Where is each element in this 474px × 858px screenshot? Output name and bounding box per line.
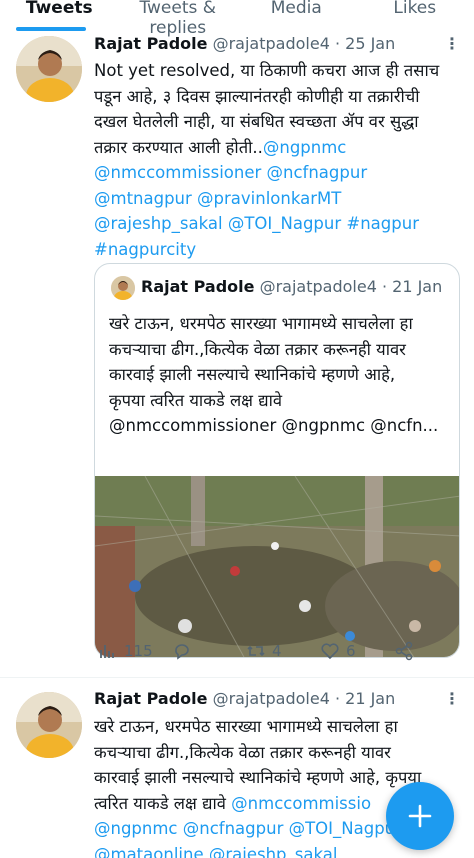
like-button[interactable]: 6 [320,641,356,661]
like-count: 6 [346,642,356,660]
tweet-date[interactable]: · 21 Jan [335,689,395,708]
tab-tweets[interactable]: Tweets [0,0,119,28]
active-tab-indicator [16,27,86,31]
mention-link[interactable]: @ngpnmc [263,138,347,157]
text-line: कृपया त्वरित याकडे लक्ष द्यावे [109,390,283,410]
tweet-text: Not yet resolved, या ठिकाणी कचरा आज ही त… [94,58,464,262]
garbage-photo[interactable] [95,476,460,658]
plus-icon [408,804,432,828]
author-name[interactable]: Rajat Padole [94,689,208,708]
tweet-header: Rajat Padole @rajatpadole4 · 25 Jan ⋮ [94,34,460,53]
tweet-header: Rajat Padole @rajatpadole4 · 21 Jan ⋮ [94,689,460,708]
analytics-icon [100,645,114,658]
tab-likes[interactable]: Likes [356,0,474,28]
more-icon[interactable]: ⋮ [444,689,460,708]
text-line: तक्रार करण्यात आली होती..@ngpnmc [94,135,464,161]
share-icon [395,641,413,661]
author-handle[interactable]: @rajatpadole4 [213,689,330,708]
author-name[interactable]: Rajat Padole [94,34,208,53]
views-count: 115 [124,642,153,660]
tab-tweets-replies[interactable]: Tweets & replies [119,0,238,38]
mention-line[interactable]: @rajeshp_sakal @TOI_Nagpur #nagpur [94,211,464,237]
text-line: खरे टाऊन, धरमपेठ सारख्या भागामध्ये साचले… [109,314,413,333]
quoted-tweet-header: Rajat Padole @rajatpadole4 · 21 Jan [141,277,442,296]
text-line: कचऱ्याचा ढीग.,कित्येक वेळा तक्रार करूनही… [109,339,406,359]
author-handle: @rajatpadole4 [259,277,377,296]
tweet-date: · 21 Jan [381,277,443,296]
reply-icon [175,644,189,660]
hashtag-line[interactable]: #nagpurcity [94,237,464,263]
mention-line[interactable]: @mtnagpur @pravinlonkarMT [94,186,464,212]
retweet-button[interactable]: 4 [246,641,282,661]
avatar[interactable] [111,276,135,300]
text-line: खरे टाऊन, धरमपेठ सारख्या भागामध्ये साचले… [94,717,398,736]
views-button[interactable]: 115 [98,641,153,661]
tweet-date[interactable]: · 25 Jan [335,34,395,53]
tweet-actions: 115 4 6 [94,641,434,665]
text-line-part: त्वरित याकडे लक्ष द्यावे [94,793,226,813]
compose-tweet-button[interactable] [386,782,454,850]
mention-link[interactable]: @nmccommissio [231,794,371,813]
more-icon[interactable]: ⋮ [444,34,460,53]
avatar[interactable] [16,692,82,758]
text-line: Not yet resolved, या ठिकाणी कचरा आज ही त… [94,61,440,80]
profile-tabs: Tweets Tweets & replies Media Likes [0,0,474,38]
text-line-part: तक्रार करण्यात आली होती.. [94,137,263,157]
heart-icon [321,643,339,660]
mention-line: @nmccommissioner @ngpnmc @ncfn... [109,416,439,435]
quoted-tweet[interactable]: Rajat Padole @rajatpadole4 · 21 Jan खरे … [94,263,460,658]
text-line: कारवाई झाली नसल्याचे स्थानिकांचे म्हणणे … [109,365,396,384]
tab-media[interactable]: Media [237,0,356,28]
text-line: दखल घेतलेली नाही, या संबधित स्वच्छता ॲप … [94,112,419,131]
text-line: पडून आहे, ३ दिवस झाल्यानंतरही कोणीही या … [94,86,420,106]
avatar[interactable] [16,36,82,102]
reply-button[interactable] [172,641,198,661]
retweet-count: 4 [272,642,282,660]
share-button[interactable] [394,641,414,661]
author-handle[interactable]: @rajatpadole4 [213,34,330,53]
retweet-icon [247,645,265,657]
mention-line[interactable]: @nmccommissioner @ncfnagpur [94,160,464,186]
author-name: Rajat Padole [141,277,255,296]
text-line: कचऱ्याचा ढीग.,कित्येक वेळा तक्रार करूनही… [94,742,391,762]
quoted-tweet-text: खरे टाऊन, धरमपेठ सारख्या भागामध्ये साचले… [109,311,449,439]
